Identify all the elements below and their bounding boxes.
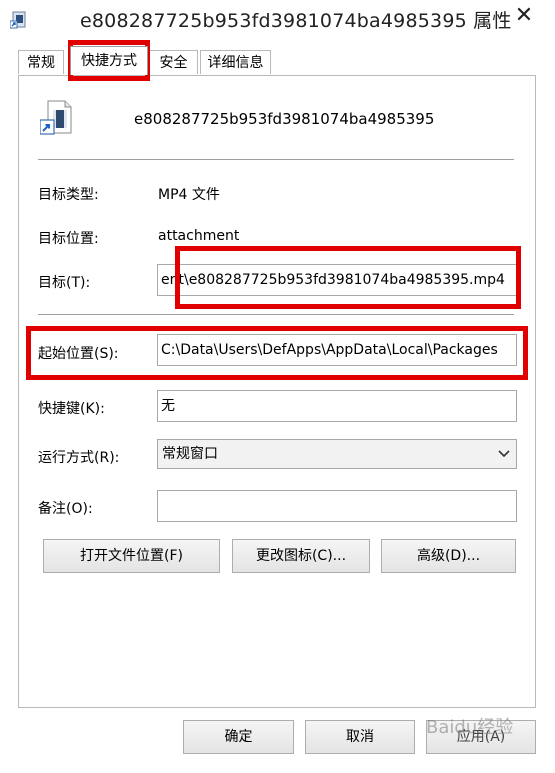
cancel-button[interactable]: 取消 — [305, 720, 415, 754]
close-icon: ✕ — [514, 2, 534, 28]
target-location-value: attachment — [158, 228, 240, 244]
hotkey-label: 快捷键(K): — [38, 401, 105, 417]
target-type-value: MP4 文件 — [158, 187, 220, 203]
ok-button[interactable]: 确定 — [183, 720, 294, 754]
target-input[interactable]: ent\e808287725b953fd3981074ba4985395.mp4 — [157, 264, 517, 296]
target-type-label: 目标类型: — [38, 187, 99, 203]
target-location-label: 目标位置: — [38, 231, 99, 247]
tab-details[interactable]: 详细信息 — [200, 50, 271, 74]
comment-input[interactable] — [157, 490, 517, 522]
shortcut-app-icon — [10, 11, 26, 29]
tab-security[interactable]: 安全 — [149, 50, 198, 74]
watermark: Baidu经验 — [426, 717, 514, 738]
start-in-label: 起始位置(S): — [38, 346, 119, 362]
run-label: 运行方式(R): — [38, 450, 120, 466]
separator — [38, 314, 514, 315]
video-file-shortcut-icon — [40, 100, 72, 135]
separator — [38, 159, 514, 160]
start-in-input[interactable]: C:\Data\Users\DefApps\AppData\Local\Pack… — [157, 334, 517, 366]
tab-general[interactable]: 常规 — [18, 50, 64, 74]
comment-label: 备注(O): — [38, 501, 93, 517]
hotkey-input[interactable]: 无 — [157, 390, 517, 422]
advanced-button[interactable]: 高级(D)... — [381, 539, 516, 573]
run-select-value: 常规窗口 — [162, 446, 218, 462]
change-icon-button[interactable]: 更改图标(C)... — [232, 539, 370, 573]
target-label: 目标(T): — [38, 275, 91, 291]
window-title: e808287725b953fd3981074ba4985395 属性 — [80, 10, 512, 32]
title-bar: e808287725b953fd3981074ba4985395 属性 ✕ — [0, 0, 555, 40]
open-file-location-button[interactable]: 打开文件位置(F) — [43, 539, 220, 573]
shortcut-file-name: e808287725b953fd3981074ba4985395 — [134, 110, 435, 128]
run-select[interactable]: 常规窗口 — [157, 439, 517, 469]
tab-shortcut[interactable]: 快捷方式 — [70, 46, 148, 75]
close-button[interactable]: ✕ — [501, 0, 547, 30]
chevron-down-icon — [498, 440, 510, 479]
